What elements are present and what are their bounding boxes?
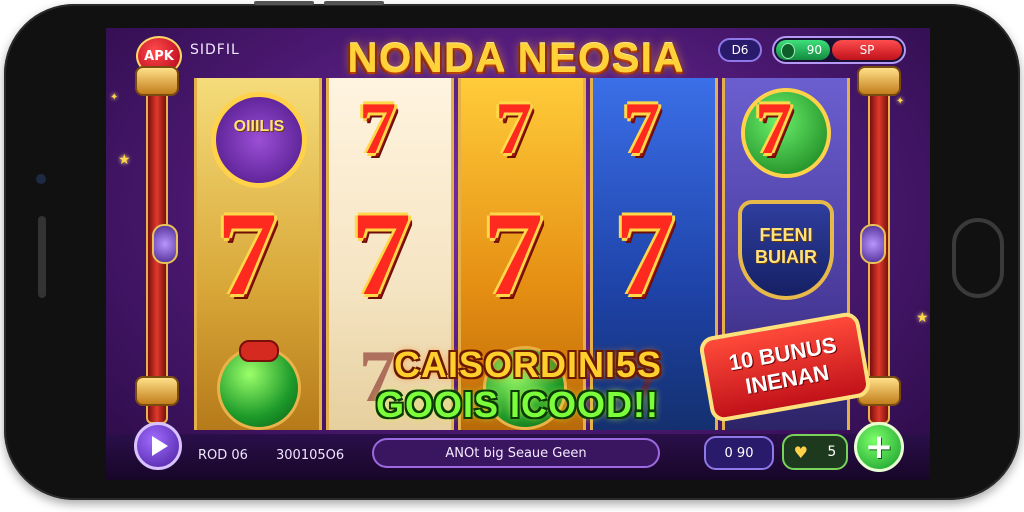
phone-frame: ★ ✦ ★ ✦ ★ APK SIDFIL NONDA NEOSIA D6 90 …	[4, 1, 1020, 500]
message-bar: ANOt big Seaue Geen	[372, 438, 660, 468]
seven-symbol: 7	[615, 187, 675, 320]
lives-value: 5	[827, 444, 837, 460]
gems-pill[interactable]: 90	[776, 40, 830, 60]
heart-icon: ♥	[793, 442, 809, 462]
seven-symbol: 7	[495, 88, 532, 170]
seven-symbol: 7	[217, 187, 277, 320]
pillar-cap	[135, 376, 179, 406]
shield-line-1: FEENI	[759, 225, 813, 245]
game-title: NONDA NEOSIA	[347, 34, 685, 81]
gems-value: 90	[806, 43, 822, 57]
promo-line-1: CAISORDINI5S	[394, 344, 663, 385]
star-icon: ✦	[110, 92, 119, 103]
monster-eyes	[239, 340, 279, 362]
promo-line-2: GOOIS ICOOD!!	[376, 384, 659, 425]
speaker-grille	[38, 216, 46, 298]
star-icon: ✦	[896, 96, 905, 107]
level-pill[interactable]: D6	[718, 38, 762, 62]
round-label: ROD 06	[198, 448, 248, 463]
right-knob	[860, 224, 886, 264]
game-screen: ★ ✦ ★ ✦ ★ APK SIDFIL NONDA NEOSIA D6 90 …	[106, 28, 930, 480]
shield-line-2: BUIAIR	[755, 247, 817, 267]
lives-pill[interactable]: ♥ 5	[782, 434, 848, 470]
play-icon	[152, 436, 168, 456]
seven-symbol: 7	[483, 187, 543, 320]
top-badge	[211, 92, 307, 188]
balance-pill-group[interactable]: 90 SP	[772, 36, 906, 64]
left-knob	[152, 224, 178, 264]
home-button[interactable]	[952, 218, 1004, 298]
top-left-label: SIDFIL	[190, 42, 240, 58]
reel-1: OIIILIS 7	[194, 78, 322, 430]
top-badge-label: OIIILIS	[233, 118, 285, 135]
play-button[interactable]	[134, 422, 182, 470]
seven-symbol: 7	[351, 187, 411, 320]
volume-button	[254, 1, 314, 5]
seven-symbol: 7	[359, 88, 396, 170]
seven-symbol: 7	[755, 88, 792, 170]
pillar-cap	[857, 66, 901, 96]
volume-button-2	[324, 1, 384, 5]
spin-pill[interactable]: SP	[832, 40, 902, 60]
score-value: 300105O6	[276, 448, 345, 463]
star-icon: ★	[916, 310, 929, 326]
seven-symbol: 7	[623, 88, 660, 170]
gem-icon	[781, 43, 795, 59]
add-button[interactable]: +	[854, 422, 904, 472]
front-camera	[36, 174, 46, 184]
shield-label: FEENI BUIAIR	[742, 224, 830, 268]
bet-pill[interactable]: 0 90	[704, 436, 774, 470]
pillar-cap	[135, 66, 179, 96]
star-icon: ★	[118, 152, 131, 168]
